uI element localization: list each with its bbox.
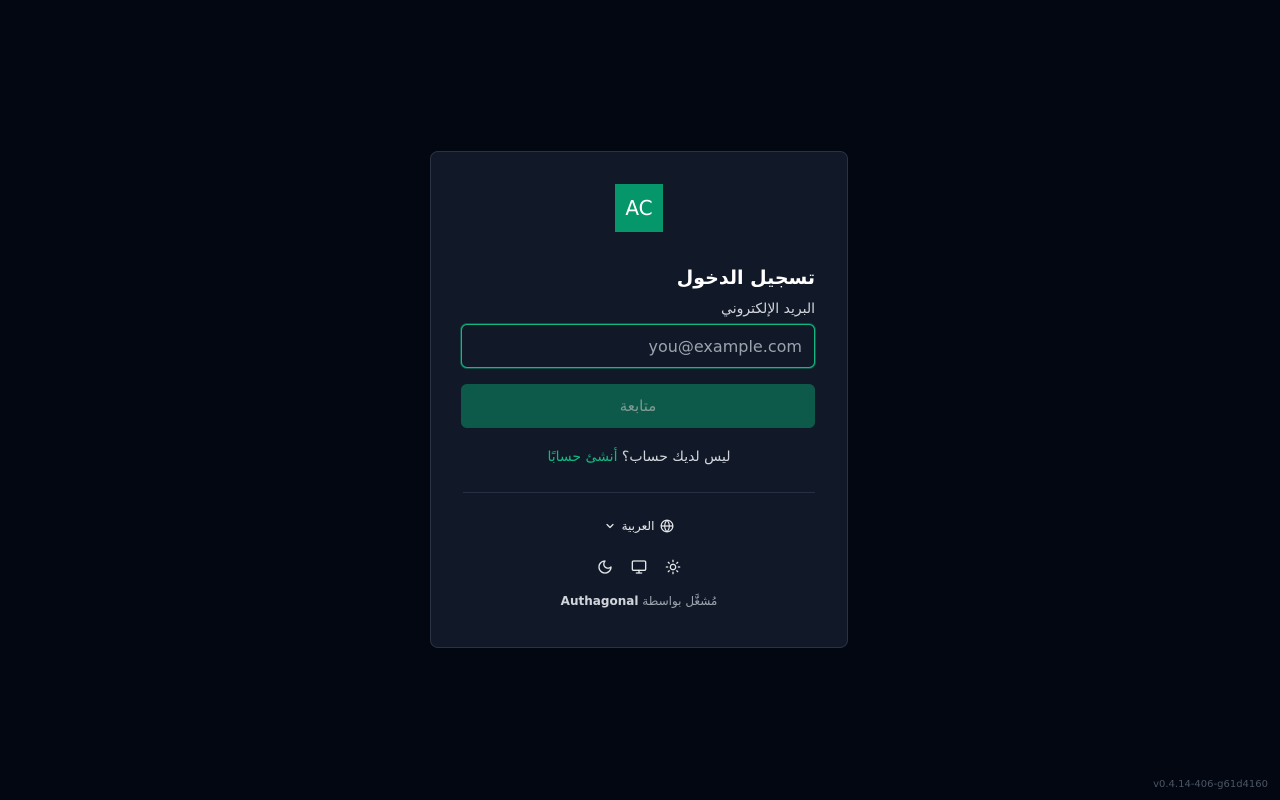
email-label: البريد الإلكتروني — [721, 301, 815, 317]
theme-dark-button[interactable] — [595, 557, 615, 577]
theme-system-button[interactable] — [629, 557, 649, 577]
powered-by: مُشغَّل بواسطة Authagonal — [463, 593, 815, 609]
powered-brand: Authagonal — [560, 594, 639, 608]
version-label: v0.4.14-406-g61d4160 — [1153, 779, 1268, 790]
theme-light-button[interactable] — [663, 557, 683, 577]
email-field[interactable] — [461, 324, 815, 368]
create-account-link[interactable]: أنشئ حسابًا — [548, 449, 618, 465]
no-account-text: ليس لديك حساب؟ — [621, 449, 731, 465]
globe-icon — [660, 519, 674, 533]
moon-icon — [597, 559, 613, 575]
chevron-down-icon — [604, 520, 616, 532]
login-page: AC تسجيل الدخول البريد الإلكتروني متابعة… — [0, 0, 1280, 800]
language-row: العربية — [463, 517, 815, 535]
monitor-icon — [631, 559, 647, 575]
language-selector[interactable]: العربية — [600, 517, 679, 535]
signup-row: ليس لديك حساب؟ أنشئ حسابًا — [463, 448, 815, 466]
theme-switcher — [463, 557, 815, 577]
login-card: AC تسجيل الدخول البريد الإلكتروني متابعة… — [430, 151, 848, 648]
language-label: العربية — [621, 519, 655, 533]
sun-icon — [665, 559, 681, 575]
divider — [463, 492, 815, 493]
brand-logo-text: AC — [625, 196, 653, 220]
continue-button[interactable]: متابعة — [461, 384, 815, 428]
brand-logo: AC — [615, 184, 663, 232]
page-title: تسجيل الدخول — [676, 267, 815, 289]
powered-prefix: مُشغَّل بواسطة — [642, 594, 718, 608]
